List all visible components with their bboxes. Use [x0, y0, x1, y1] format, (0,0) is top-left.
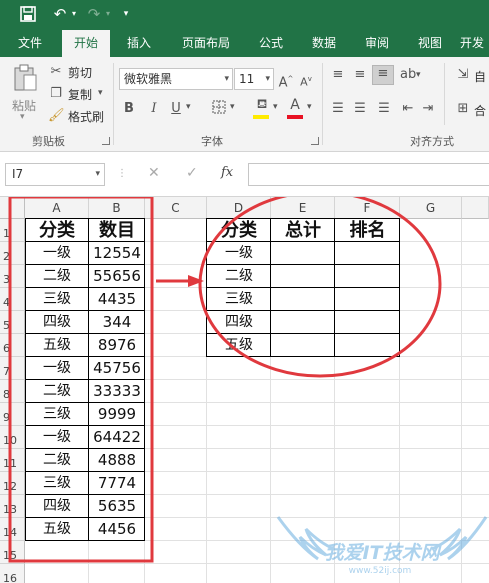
borders-icon[interactable]: [211, 100, 227, 119]
clipboard-launcher-icon[interactable]: [102, 137, 110, 145]
wrap-text-button[interactable]: 自: [474, 68, 486, 85]
borders-dropdown-icon[interactable]: ▾: [230, 102, 235, 112]
redo-dropdown-icon[interactable]: ▾: [103, 4, 113, 24]
enter-icon[interactable]: ✓: [186, 165, 198, 181]
copy-icon[interactable]: ❐: [48, 86, 64, 102]
format-painter-icon[interactable]: 🖌: [48, 108, 65, 124]
font-color-dropdown-icon[interactable]: ▾: [307, 102, 312, 112]
watermark-url: www.52ij.com: [349, 566, 412, 576]
quick-access-toolbar: ↶ ▾ ↷ ▾ ▾: [0, 0, 489, 30]
ribbon-separator: [113, 63, 114, 145]
paste-icon[interactable]: [12, 63, 38, 93]
decrease-font-icon[interactable]: Av: [298, 71, 314, 91]
orientation-icon[interactable]: ab: [400, 67, 416, 83]
cut-icon[interactable]: ✂: [48, 64, 64, 80]
highlight-ellipse: [198, 197, 442, 378]
fill-color-dropdown-icon[interactable]: ▾: [273, 102, 278, 112]
align-center-icon[interactable]: ☰: [352, 101, 368, 117]
underline-icon[interactable]: U: [169, 101, 183, 117]
ribbon-separator: [444, 63, 445, 125]
wrap-text-icon[interactable]: ⇲: [456, 67, 470, 83]
undo-icon[interactable]: ↶: [50, 4, 70, 24]
font-group-label: 字体: [201, 135, 223, 148]
align-left-icon[interactable]: ☰: [330, 101, 346, 117]
redo-icon[interactable]: ↷: [84, 4, 104, 24]
font-name-value: 微软雅黑: [124, 72, 173, 86]
increase-indent-icon[interactable]: ⇥: [420, 101, 436, 117]
insert-function-icon[interactable]: fx: [221, 165, 233, 180]
font-color-icon[interactable]: A: [287, 97, 303, 113]
save-icon[interactable]: [18, 4, 38, 24]
align-middle-icon[interactable]: ≡: [352, 67, 368, 83]
format-painter-button[interactable]: 格式刷: [68, 108, 104, 125]
tab-data[interactable]: 数据: [303, 30, 345, 57]
align-right-icon[interactable]: ☰: [376, 101, 392, 117]
ribbon-tabs: 文件 开始 插入 页面布局 公式 数据 审阅 视图 开发: [0, 30, 489, 57]
name-box-value: I7: [12, 167, 24, 181]
orientation-dropdown-icon[interactable]: ▾: [416, 70, 421, 80]
tab-developer[interactable]: 开发: [460, 30, 489, 57]
underline-dropdown-icon[interactable]: ▾: [186, 102, 191, 112]
formula-bar: I7 ▾ ⋮ ✕ ✓ fx: [0, 152, 489, 197]
tab-review[interactable]: 审阅: [356, 30, 398, 57]
merge-center-icon[interactable]: ⊞: [456, 101, 470, 117]
resize-handle-icon[interactable]: ⋮: [117, 168, 127, 179]
highlight-rectangle: [8, 197, 154, 563]
chevron-down-icon: ▾: [265, 74, 270, 84]
tab-formulas[interactable]: 公式: [250, 30, 292, 57]
watermark-text: 我爱IT技术网: [324, 542, 442, 564]
font-color-bar: [287, 115, 303, 119]
paste-dropdown-icon[interactable]: ▾: [20, 112, 25, 122]
increase-font-icon[interactable]: A^: [278, 71, 294, 91]
tab-home[interactable]: 开始: [62, 30, 110, 57]
align-top-icon[interactable]: ≡: [330, 67, 346, 83]
undo-dropdown-icon[interactable]: ▾: [69, 4, 79, 24]
annotation-overlay: 我爱IT技术网 www.52ij.com: [8, 197, 488, 576]
font-launcher-icon[interactable]: [311, 137, 319, 145]
name-box[interactable]: I7 ▾: [5, 163, 105, 186]
tab-file[interactable]: 文件: [10, 30, 50, 57]
decrease-indent-icon[interactable]: ⇤: [400, 101, 416, 117]
worksheet-grid[interactable]: A B C D E F G 1 2 3 4 5 6 7 8 9 10 11 12 13 14 15 16 分类 数目 一级 1255…: [0, 197, 489, 583]
tab-view[interactable]: 视图: [409, 30, 451, 57]
italic-icon[interactable]: I: [147, 101, 161, 117]
alignment-group-label: 对齐方式: [410, 135, 454, 148]
bold-icon[interactable]: B: [122, 101, 136, 117]
customize-toolbar-icon[interactable]: ▾: [120, 4, 132, 24]
font-size-select[interactable]: 11 ▾: [234, 68, 274, 90]
clipboard-group-label: 剪贴板: [32, 135, 65, 148]
watermark-wing-right: [431, 516, 488, 561]
fill-color-icon[interactable]: ⛾: [253, 97, 271, 113]
tab-page-layout[interactable]: 页面布局: [172, 30, 240, 57]
chevron-down-icon: ▾: [95, 169, 100, 179]
font-size-value: 11: [239, 72, 255, 86]
cut-button[interactable]: 剪切: [68, 64, 92, 81]
tab-insert[interactable]: 插入: [118, 30, 160, 57]
align-bottom-icon[interactable]: ≡: [372, 65, 394, 85]
copy-dropdown-icon[interactable]: ▾: [98, 88, 103, 98]
copy-button[interactable]: 复制: [68, 86, 92, 103]
font-name-select[interactable]: 微软雅黑 ▾: [119, 68, 233, 90]
cancel-icon[interactable]: ✕: [148, 165, 160, 181]
ribbon-separator: [322, 63, 323, 145]
chevron-down-icon: ▾: [224, 74, 229, 84]
fill-color-bar: [253, 115, 269, 119]
watermark: 我爱IT技术网 www.52ij.com: [276, 516, 488, 576]
formula-input[interactable]: [248, 163, 489, 186]
ribbon-home: 粘贴 ▾ ✂ 剪切 ❐ 复制 ▾ 🖌 格式刷 剪贴板 微软雅黑 ▾ 11 ▾ A^ …: [0, 57, 489, 152]
merge-center-button[interactable]: 合: [474, 102, 486, 119]
